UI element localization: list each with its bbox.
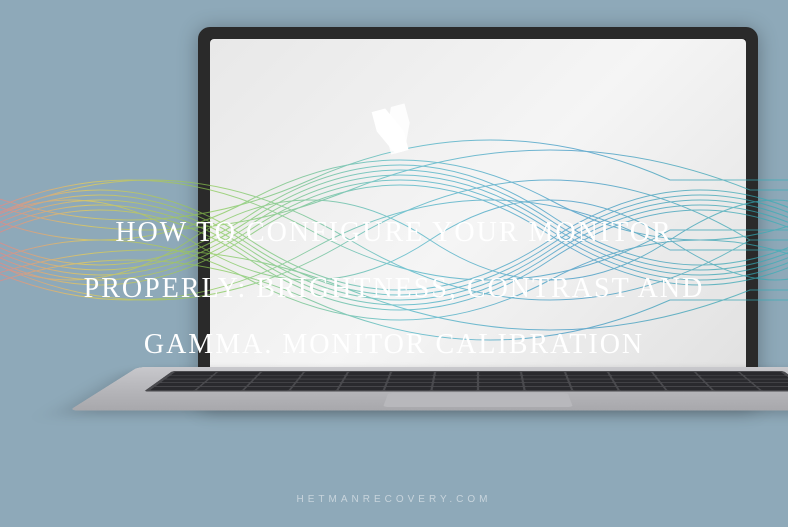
- brand-logo-icon: [359, 95, 429, 170]
- laptop-trackpad: [383, 393, 573, 407]
- footer-url: hetmanrecovery.com: [0, 494, 788, 505]
- page-title: How to configure your monitor properly: …: [0, 205, 788, 373]
